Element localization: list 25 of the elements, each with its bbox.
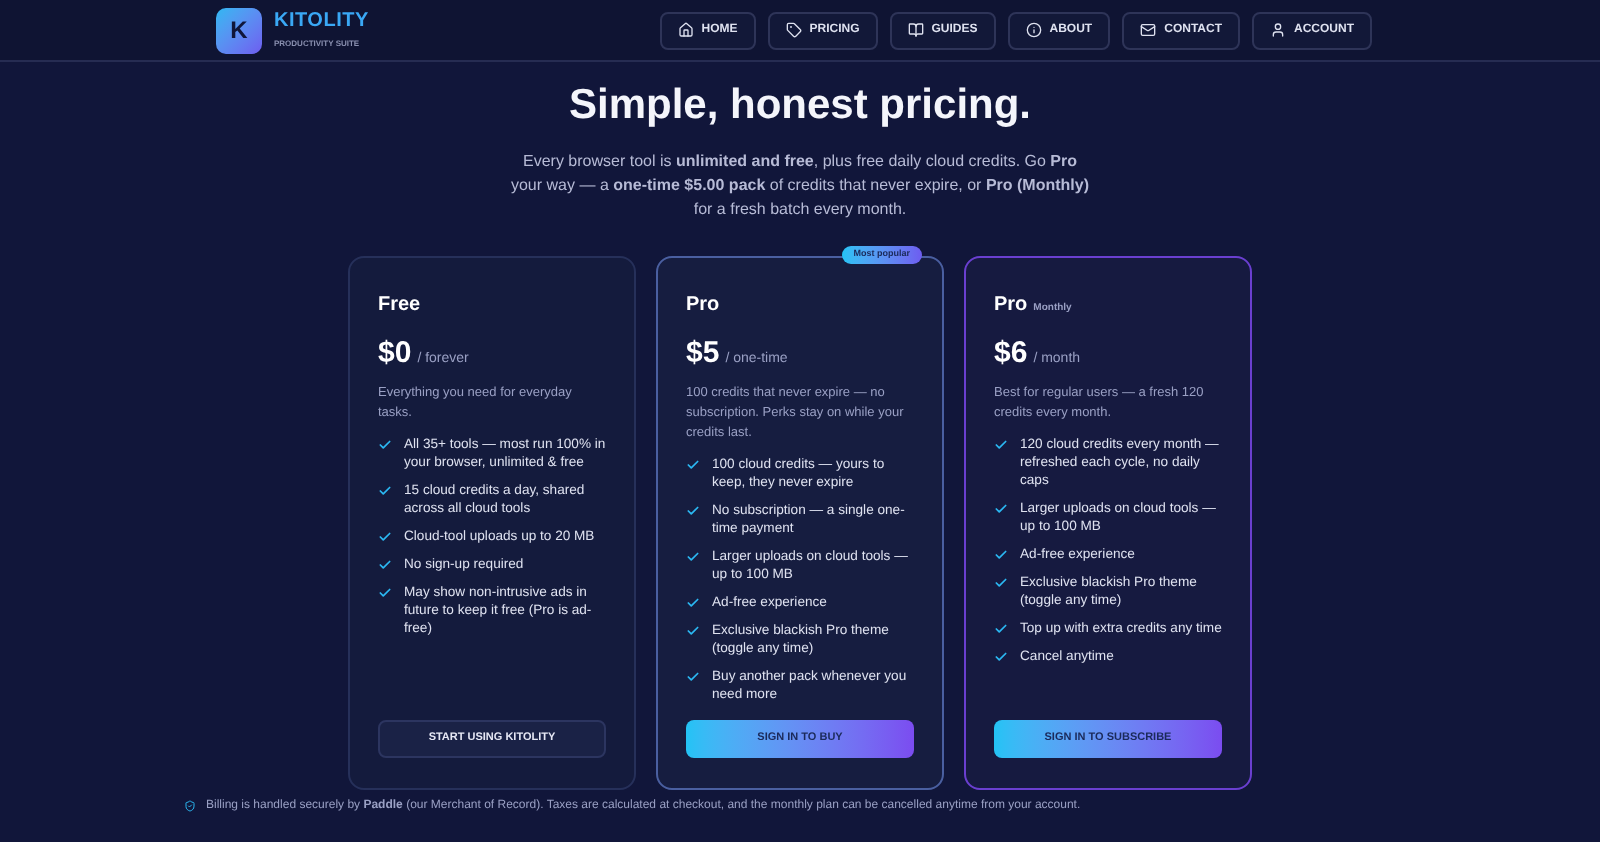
page-title: Simple, honest pricing. xyxy=(568,80,1032,132)
check-icon xyxy=(686,504,700,518)
plan-price: $6 xyxy=(994,334,1028,374)
tag-icon xyxy=(785,22,802,38)
home-icon xyxy=(677,22,694,38)
shield-icon xyxy=(184,800,196,812)
check-icon xyxy=(378,438,392,452)
plan-price: $0 xyxy=(378,334,412,374)
plan-name: Free xyxy=(378,292,421,320)
logo[interactable]: K xyxy=(216,7,262,53)
check-icon xyxy=(994,502,1008,516)
brand-name: KITOLITY xyxy=(274,12,369,32)
plan-name: Pro xyxy=(686,292,720,320)
info-icon xyxy=(1025,22,1042,38)
check-icon xyxy=(686,458,700,472)
check-icon xyxy=(994,438,1008,452)
check-icon xyxy=(686,550,700,564)
mail-icon xyxy=(1140,22,1157,38)
plan-price: $5 xyxy=(686,334,720,374)
check-icon xyxy=(686,670,700,684)
check-icon xyxy=(378,484,392,498)
plan-name: Pro xyxy=(994,292,1028,320)
user-icon xyxy=(1270,22,1286,38)
page-subtitle: Every browser tool is unlimited and free, plus free daily cloud credits. Go Pro your way — a one-time $5.00 pack of credits that never expire, or Pro (Monthly) for a fresh batch every month. xyxy=(510,150,1090,222)
book-icon xyxy=(907,22,924,38)
